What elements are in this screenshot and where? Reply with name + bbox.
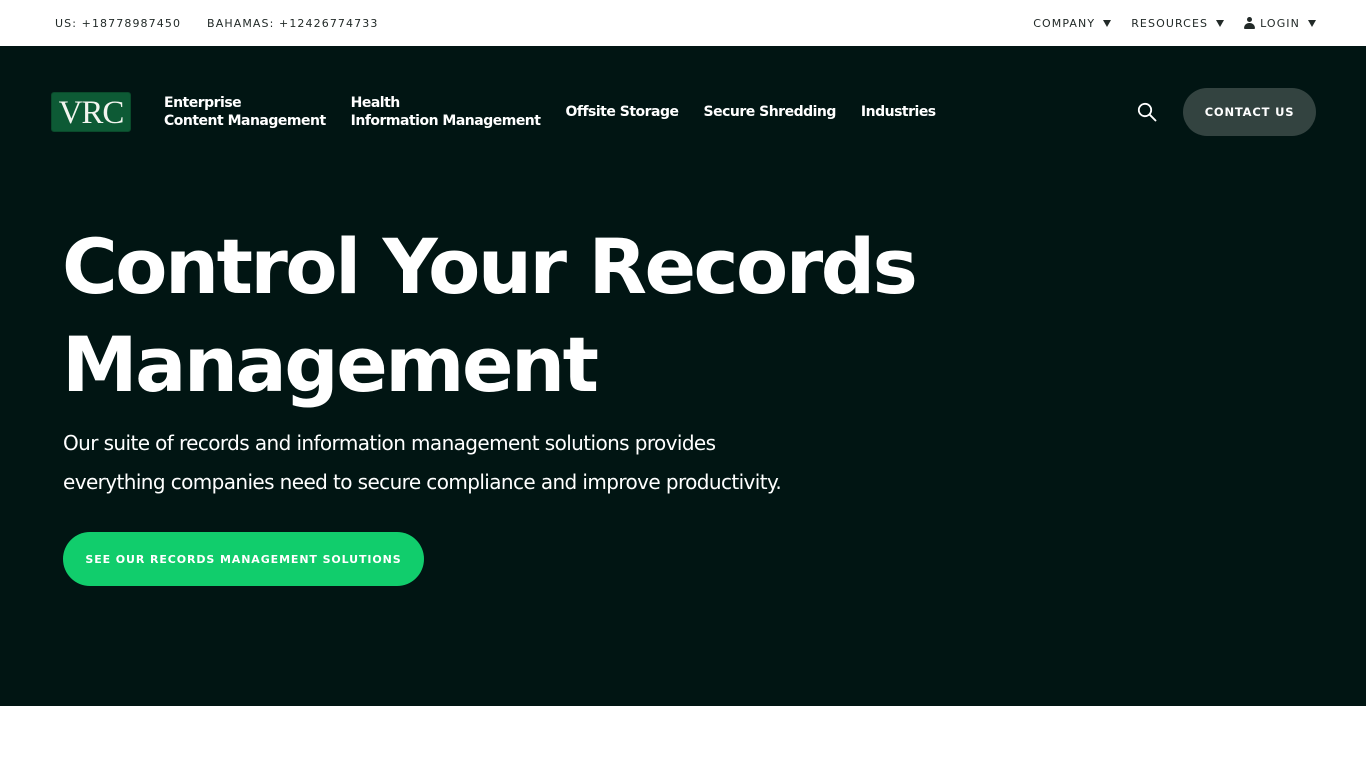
- hero-title: Control Your Records Management: [62, 218, 962, 414]
- hero-title-line: Control Your Records: [62, 222, 918, 311]
- nav-item-label: Enterprise: [164, 95, 242, 111]
- caret-down-icon: [1308, 20, 1316, 27]
- hero-subtitle: Our suite of records and information man…: [63, 424, 883, 502]
- hero-subtitle-line: everything companies need to secure comp…: [63, 470, 782, 494]
- logo-text: VRC: [58, 94, 125, 131]
- nav-item-label: Health: [350, 95, 401, 111]
- search-icon: [1137, 102, 1157, 122]
- caret-down-icon: [1216, 20, 1225, 27]
- nav-item-secure-shredding[interactable]: Secure Shredding: [703, 103, 837, 121]
- nav-item-label: Secure Shredding: [703, 104, 837, 120]
- resources-menu-label: RESOURCES: [1131, 16, 1209, 30]
- nav-item-enterprise-content-management[interactable]: Enterprise Content Management: [164, 94, 326, 130]
- search-button[interactable]: [1135, 100, 1159, 124]
- resources-menu[interactable]: RESOURCES: [1131, 16, 1225, 30]
- vrc-logo[interactable]: VRC: [51, 92, 131, 132]
- nav-items: Enterprise Content Management Health Inf…: [164, 94, 936, 130]
- hero-subtitle-line: Our suite of records and information man…: [63, 431, 716, 455]
- login-menu-label: LOGIN: [1260, 16, 1300, 30]
- bahamas-phone-link[interactable]: BAHAMAS: +12426774733: [207, 17, 378, 30]
- contact-us-button[interactable]: CONTACT US: [1183, 88, 1316, 136]
- see-solutions-button[interactable]: SEE OUR RECORDS MANAGEMENT SOLUTIONS: [63, 532, 424, 586]
- phone-numbers: US: +18778987450 BAHAMAS: +12426774733: [55, 17, 378, 30]
- nav-item-offsite-storage[interactable]: Offsite Storage: [565, 103, 679, 121]
- nav-item-industries[interactable]: Industries: [861, 103, 936, 121]
- user-icon: [1244, 17, 1256, 29]
- nav-item-label: Industries: [860, 104, 936, 120]
- nav-item-label: Content Management: [164, 113, 326, 129]
- hero-section: VRC Enterprise Content Management Health…: [0, 46, 1366, 706]
- caret-down-icon: [1103, 20, 1112, 27]
- nav-item-label: Information Management: [350, 113, 541, 129]
- nav-item-label: Offsite Storage: [565, 104, 679, 120]
- login-menu[interactable]: LOGIN: [1244, 17, 1316, 30]
- content-below-hero: [0, 706, 1366, 768]
- utility-menus: COMPANY RESOURCES LOGIN: [1033, 17, 1316, 30]
- company-menu[interactable]: COMPANY: [1033, 16, 1112, 30]
- utility-bar: US: +18778987450 BAHAMAS: +12426774733 C…: [0, 0, 1366, 46]
- company-menu-label: COMPANY: [1033, 16, 1096, 30]
- us-phone-link[interactable]: US: +18778987450: [55, 17, 181, 30]
- hero-title-line: Management: [62, 320, 599, 409]
- nav-item-health-information-management[interactable]: Health Information Management: [351, 94, 541, 130]
- main-nav: VRC Enterprise Content Management Health…: [0, 46, 1366, 178]
- nav-actions: CONTACT US: [1135, 88, 1316, 136]
